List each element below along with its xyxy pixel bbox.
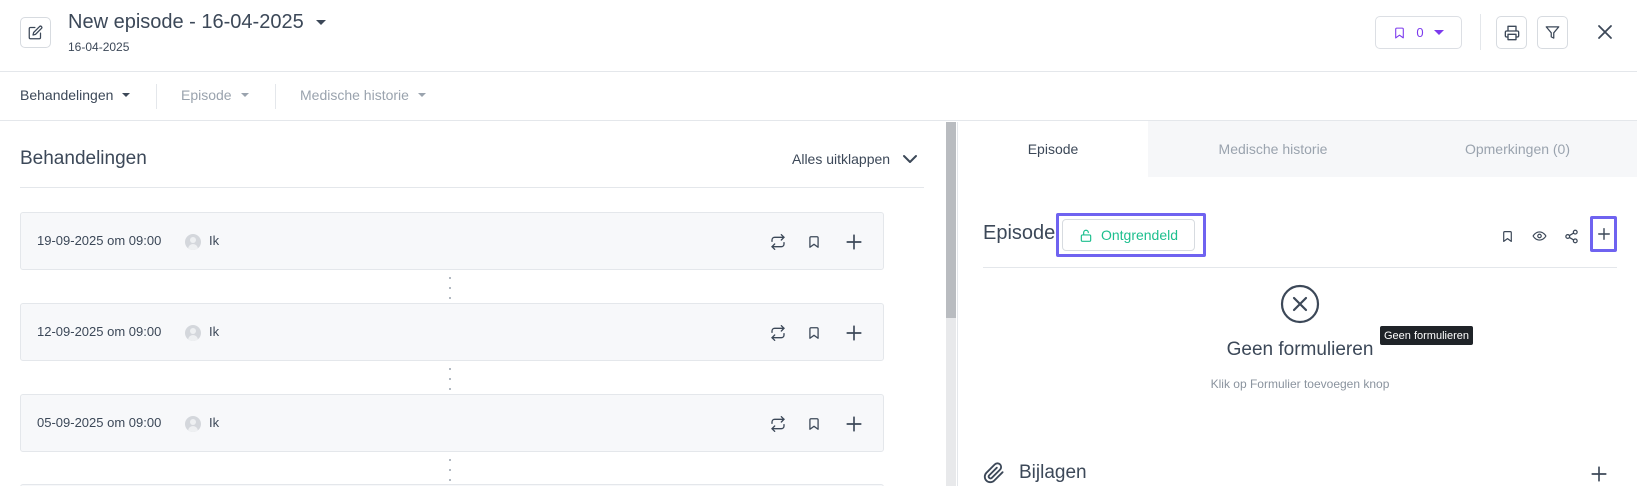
treatment-date: 12-09-2025 om 09:00 (37, 324, 162, 339)
avatar (185, 416, 201, 432)
divider (983, 267, 1617, 268)
treatment-card[interactable]: 05-09-2025 om 09:00 Ik (20, 394, 884, 452)
timeline-connector (449, 459, 452, 481)
expand-all-label: Alles uitklappen (792, 151, 891, 167)
edit-button[interactable] (20, 17, 51, 48)
page-title-text: New episode - 16-04-2025 (68, 11, 304, 33)
subnav-label: Behandelingen (20, 87, 114, 103)
page-title[interactable]: New episode - 16-04-2025 (68, 11, 326, 34)
divider (156, 84, 157, 109)
treatment-date: 05-09-2025 om 09:00 (37, 415, 162, 430)
repeat-button[interactable] (767, 231, 789, 253)
treatment-card[interactable]: 12-09-2025 om 09:00 Ik (20, 303, 884, 361)
treatment-card[interactable]: 19-09-2025 om 09:00 Ik (20, 212, 884, 270)
repeat-icon (771, 325, 785, 341)
sub-navigation: Behandelingen Episode Medische historie (0, 72, 1637, 121)
avatar (185, 234, 201, 250)
add-form-button[interactable] (1590, 216, 1617, 252)
empty-state-hint: Klik op Formulier toevoegen knop (1210, 377, 1390, 391)
lock-status-label: Ontgrendeld (1100, 227, 1179, 243)
scrollbar-thumb[interactable] (946, 122, 956, 318)
bookmark-icon (1502, 230, 1512, 242)
bookmark-icon (809, 418, 819, 430)
expand-all-button[interactable]: Alles uitklappen (792, 151, 918, 167)
bookmark-count: 0 (1416, 25, 1424, 40)
avatar (185, 325, 201, 341)
divider (20, 187, 924, 188)
lock-status-button[interactable]: Ontgrendeld (1062, 219, 1195, 251)
filter-icon (1545, 26, 1560, 39)
subnav-episode[interactable]: Episode (181, 87, 249, 103)
add-button[interactable] (843, 322, 865, 344)
treatment-user: Ik (209, 233, 220, 248)
timeline-connector (449, 277, 452, 299)
chevron-down-icon (417, 93, 426, 97)
view-button[interactable] (1528, 225, 1550, 247)
subnav-label: Medische historie (300, 87, 409, 103)
close-icon (1598, 25, 1612, 39)
treatment-date: 19-09-2025 om 09:00 (37, 233, 162, 248)
tab-episode[interactable]: Episode (958, 121, 1148, 177)
chevron-down-icon (1433, 30, 1444, 35)
share-icon (1564, 229, 1578, 243)
treatments-title: Behandelingen (20, 148, 147, 169)
pencil-square-icon (28, 25, 43, 40)
subnav-label: Episode (181, 87, 232, 103)
page-subtitle: 16-04-2025 (68, 40, 130, 54)
repeat-icon (771, 234, 785, 250)
plus-icon (846, 325, 862, 341)
bookmarks-dropdown[interactable]: 0 (1375, 16, 1462, 49)
subnav-medische-historie[interactable]: Medische historie (300, 87, 426, 103)
plus-icon (1591, 466, 1607, 482)
unlock-icon (1080, 229, 1092, 242)
bookmark-button[interactable] (803, 413, 825, 435)
x-circle-icon (1280, 284, 1320, 324)
printer-icon (1504, 25, 1519, 40)
repeat-button[interactable] (767, 322, 789, 344)
eye-icon (1532, 231, 1546, 241)
filter-button[interactable] (1537, 16, 1568, 49)
chevron-down-icon (903, 155, 918, 163)
close-button[interactable] (1592, 19, 1618, 45)
tab-opmerkingen[interactable]: Opmerkingen (0) (1398, 121, 1637, 177)
header: New episode - 16-04-2025 16-04-2025 0 (0, 0, 1637, 72)
paperclip-icon (983, 462, 1004, 484)
attachments-title: Bijlagen (1019, 462, 1087, 483)
bookmark-button[interactable] (803, 231, 825, 253)
divider (1480, 14, 1481, 50)
bookmark-icon (809, 327, 819, 339)
episode-title: Episode (983, 222, 1056, 244)
chevron-down-icon (122, 93, 131, 97)
attachments-section: Bijlagen (983, 462, 1617, 486)
tab-medische-historie[interactable]: Medische historie (1148, 121, 1398, 177)
plus-icon (846, 416, 862, 432)
add-attachment-button[interactable] (1588, 463, 1610, 485)
divider (275, 84, 276, 109)
print-button[interactable] (1496, 16, 1527, 49)
chevron-down-icon (315, 20, 326, 25)
subnav-behandelingen[interactable]: Behandelingen (20, 87, 131, 103)
bookmark-button[interactable] (1496, 225, 1518, 247)
bookmark-icon (1395, 27, 1405, 38)
bookmark-icon (809, 236, 819, 248)
treatment-user: Ik (209, 415, 220, 430)
add-button[interactable] (843, 231, 865, 253)
timeline-connector (449, 368, 452, 390)
chevron-down-icon (240, 93, 249, 97)
treatment-user: Ik (209, 324, 220, 339)
bookmark-button[interactable] (803, 322, 825, 344)
plus-icon (1597, 228, 1610, 240)
repeat-icon (771, 416, 785, 432)
add-button[interactable] (843, 413, 865, 435)
repeat-button[interactable] (767, 413, 789, 435)
tooltip: Geen formulieren (1380, 326, 1473, 345)
share-button[interactable] (1560, 225, 1582, 247)
plus-icon (846, 234, 862, 250)
